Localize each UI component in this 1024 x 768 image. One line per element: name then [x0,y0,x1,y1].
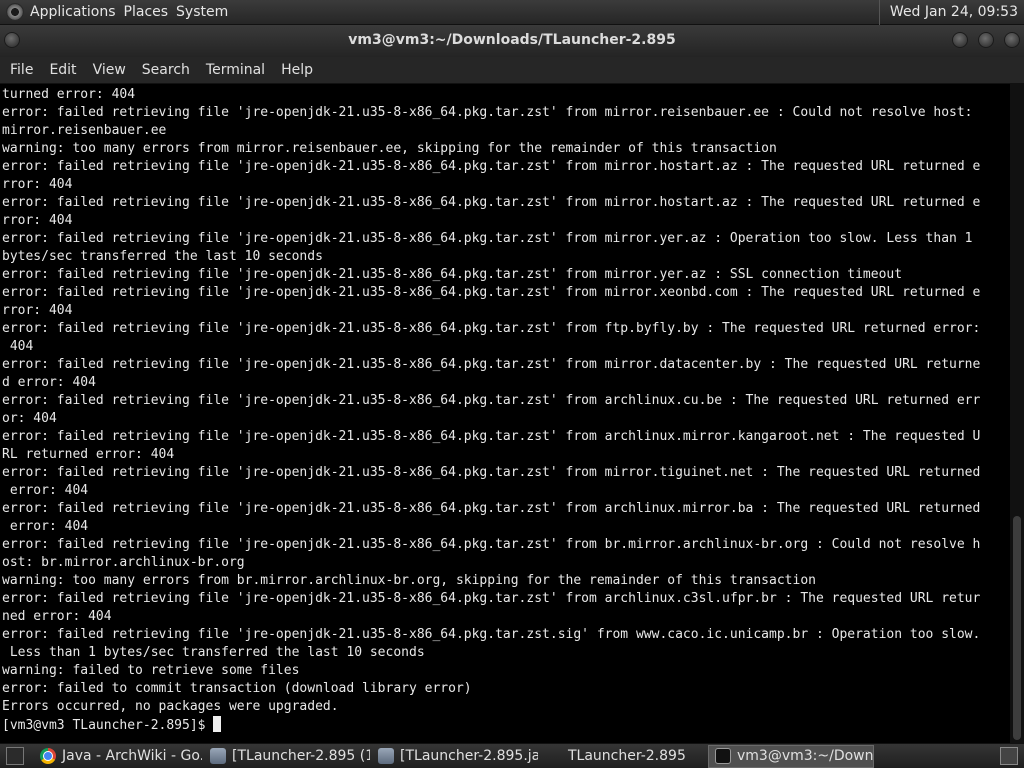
terminal-line: error: failed to commit transaction (dow… [2,681,472,696]
terminal-line: ost: br.mirror.archlinux-br.org [2,555,245,570]
terminal-window: vm3@vm3:~/Downloads/TLauncher-2.895 File… [0,25,1024,743]
menu-file[interactable]: File [2,57,41,83]
chrome-icon [40,748,56,764]
terminal-line: error: failed retrieving file 'jre-openj… [2,393,981,408]
task-label: [TLauncher-2.895 (1... [232,748,370,764]
menubar: File Edit View Search Terminal Help [0,57,1024,84]
window-titlebar[interactable]: vm3@vm3:~/Downloads/TLauncher-2.895 [0,25,1024,57]
terminal-icon [715,748,731,764]
terminal-line: error: failed retrieving file 'jre-openj… [2,465,981,480]
task-tlauncher-folder[interactable]: TLauncher-2.895 [540,745,706,768]
terminal-line: error: failed retrieving file 'jre-openj… [2,321,981,336]
terminal-line: error: failed retrieving file 'jre-openj… [2,195,981,210]
terminal-line: error: 404 [2,519,89,534]
terminal-line: rror: 404 [2,213,73,228]
window-menu-icon[interactable] [4,32,20,48]
applications-menu[interactable]: Applications [30,0,124,25]
terminal-line: bytes/sec transferred the last 10 second… [2,249,323,264]
terminal-line: error: failed retrieving file 'jre-openj… [2,105,973,120]
task-tlauncher-archive[interactable]: [TLauncher-2.895 (1... [204,745,370,768]
task-java-archwiki[interactable]: Java - ArchWiki - Go... [34,745,202,768]
terminal-line: error: 404 [2,483,89,498]
terminal-line: Errors occurred, no packages were upgrad… [2,699,339,714]
terminal-line: warning: failed to retrieve some files [2,663,300,678]
task-tlauncher-jar[interactable]: [TLauncher-2.895.jar] [372,745,538,768]
window-title: vm3@vm3:~/Downloads/TLauncher-2.895 [348,32,676,48]
terminal-line: rror: 404 [2,303,73,318]
applications-logo-icon[interactable] [6,3,24,21]
terminal-line: error: failed retrieving file 'jre-openj… [2,357,981,372]
terminal-line: error: failed retrieving file 'jre-openj… [2,267,903,282]
terminal-line: RL returned error: 404 [2,447,175,462]
task-terminal[interactable]: vm3@vm3:~/Downl... [708,744,874,768]
archive-icon [210,748,226,764]
menu-help[interactable]: Help [273,57,321,83]
workspace-1-button[interactable] [1000,747,1018,765]
terminal-line: error: failed retrieving file 'jre-openj… [2,231,973,246]
terminal-lines: turned error: 404 error: failed retrievin… [2,86,1010,716]
terminal-line: warning: too many errors from mirror.rei… [2,141,777,156]
archive-icon [378,748,394,764]
terminal-line: Less than 1 bytes/sec transferred the la… [2,645,425,660]
terminal-line: error: failed retrieving file 'jre-openj… [2,537,981,552]
terminal-line: error: failed retrieving file 'jre-openj… [2,501,981,516]
clock[interactable]: Wed Jan 24, 09:53 [878,0,1024,25]
folder-icon [546,748,562,764]
menu-edit[interactable]: Edit [41,57,84,83]
terminal-prompt: [vm3@vm3 TLauncher-2.895]$ [2,718,214,733]
terminal-line: ned error: 404 [2,609,112,624]
menu-view[interactable]: View [85,57,134,83]
terminal-output[interactable]: turned error: 404 error: failed retrievin… [0,84,1010,743]
terminal-line: or: 404 [2,411,57,426]
terminal-line: turned error: 404 [2,87,136,102]
text-cursor [213,716,222,732]
terminal-line: warning: too many errors from br.mirror.… [2,573,816,588]
menu-terminal[interactable]: Terminal [198,57,273,83]
minimize-button[interactable] [952,32,968,48]
terminal-line: mirror.reisenbauer.ee [2,123,167,138]
terminal-prompt-line[interactable]: [vm3@vm3 TLauncher-2.895]$ [2,716,1010,734]
task-label: TLauncher-2.895 [568,748,686,764]
show-desktop-icon[interactable] [6,747,24,765]
terminal-line: error: failed retrieving file 'jre-openj… [2,591,981,606]
task-label: [TLauncher-2.895.jar] [400,748,538,764]
scrollbar-thumb[interactable] [1013,516,1021,740]
terminal-line: error: failed retrieving file 'jre-openj… [2,429,981,444]
terminal-line: error: failed retrieving file 'jre-openj… [2,627,981,642]
close-button[interactable] [1004,32,1020,48]
maximize-button[interactable] [978,32,994,48]
system-menu[interactable]: System [176,0,236,25]
bottom-panel: Java - ArchWiki - Go... [TLauncher-2.895… [0,743,1024,768]
terminal-line: d error: 404 [2,375,96,390]
top-panel: Applications Places System Wed Jan 24, 0… [0,0,1024,25]
terminal-line: 404 [2,339,34,354]
terminal-scrollbar[interactable] [1010,84,1024,743]
terminal-line: error: failed retrieving file 'jre-openj… [2,285,981,300]
task-label: Java - ArchWiki - Go... [62,748,202,764]
places-menu[interactable]: Places [124,0,177,25]
terminal-line: rror: 404 [2,177,73,192]
task-label: vm3@vm3:~/Downl... [737,748,874,764]
menu-search[interactable]: Search [134,57,198,83]
terminal-line: error: failed retrieving file 'jre-openj… [2,159,981,174]
